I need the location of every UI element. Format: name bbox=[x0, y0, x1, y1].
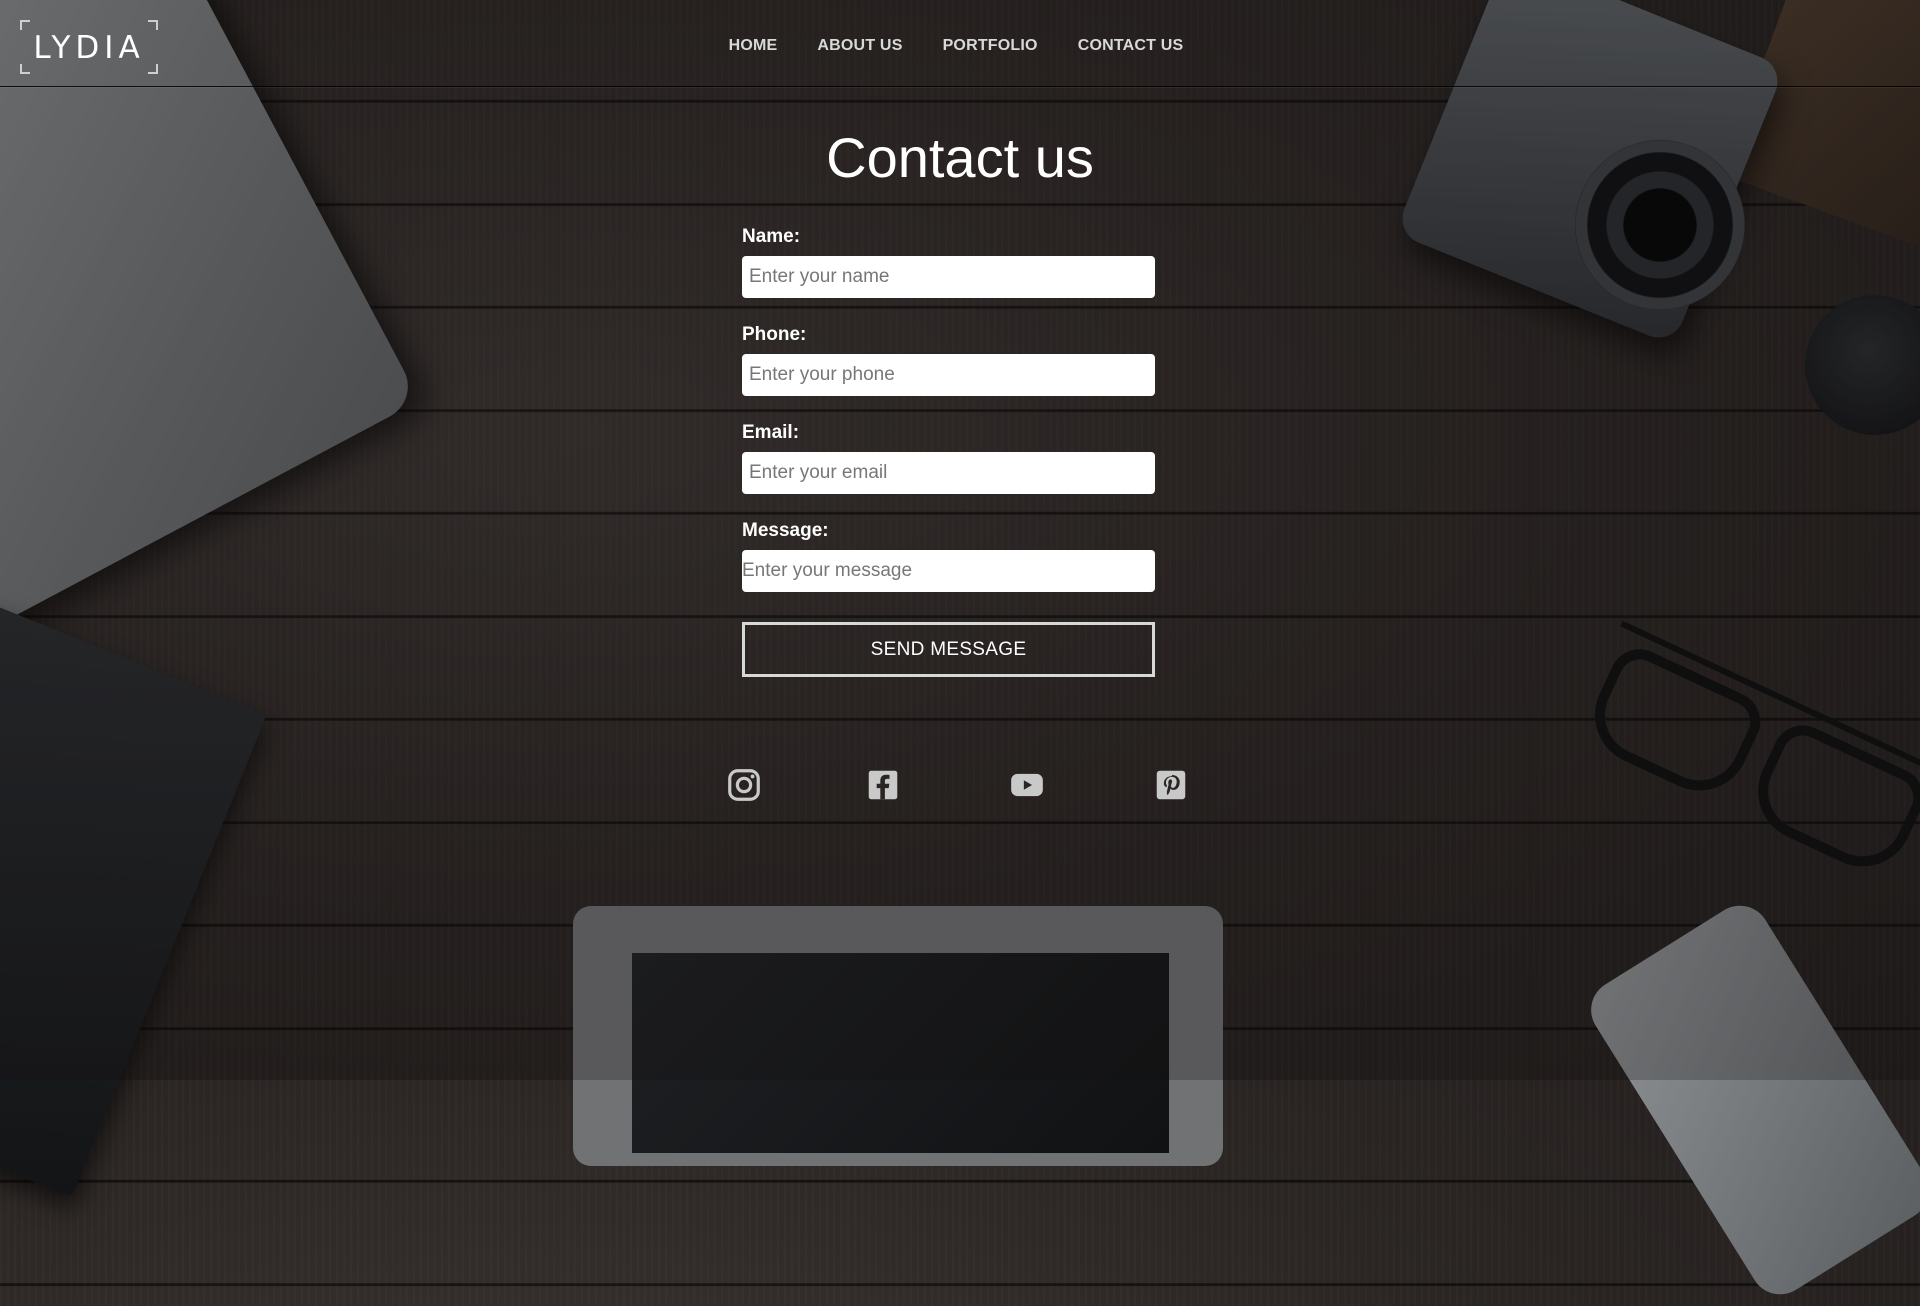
instagram-icon[interactable] bbox=[725, 766, 763, 804]
phone-input[interactable] bbox=[742, 354, 1155, 396]
page-title: Contact us bbox=[826, 126, 1094, 189]
lens-cap-image bbox=[1805, 295, 1920, 435]
email-label: Email: bbox=[742, 422, 800, 443]
facebook-icon[interactable] bbox=[864, 766, 902, 804]
main-nav: HOME ABOUT US PORTFOLIO CONTACT US bbox=[0, 37, 1920, 55]
name-label: Name: bbox=[742, 226, 801, 247]
send-message-button[interactable]: SEND MESSAGE bbox=[742, 622, 1155, 677]
phone-label: Phone: bbox=[742, 324, 807, 345]
logo-corner bbox=[20, 20, 30, 30]
message-input[interactable] bbox=[742, 550, 1155, 592]
youtube-icon[interactable] bbox=[1008, 766, 1046, 804]
email-input[interactable] bbox=[742, 452, 1155, 494]
nav-about-us[interactable]: ABOUT US bbox=[817, 37, 902, 55]
tablet-image bbox=[573, 906, 1223, 1166]
laptop-image bbox=[0, 0, 420, 645]
message-label: Message: bbox=[742, 520, 829, 541]
phone-field-group: Phone: bbox=[742, 324, 1155, 396]
email-field-group: Email: bbox=[742, 422, 1155, 494]
site-header: LYDIA HOME ABOUT US PORTFOLIO CONTACT US bbox=[0, 0, 1920, 87]
pinterest-icon[interactable] bbox=[1152, 766, 1190, 804]
nav-home[interactable]: HOME bbox=[729, 37, 778, 55]
nav-portfolio[interactable]: PORTFOLIO bbox=[943, 37, 1038, 55]
notebook-image bbox=[0, 602, 267, 1198]
glasses-image bbox=[1561, 620, 1920, 906]
contact-form: Name: Phone: Email: Message: SEND MESSAG… bbox=[742, 226, 1155, 677]
message-field-group: Message: bbox=[742, 520, 1155, 592]
logo-corner bbox=[148, 20, 158, 30]
name-field-group: Name: bbox=[742, 226, 1155, 298]
name-input[interactable] bbox=[742, 256, 1155, 298]
phone-image bbox=[1579, 894, 1920, 1306]
social-links bbox=[0, 766, 1920, 806]
nav-contact-us[interactable]: CONTACT US bbox=[1078, 37, 1184, 55]
tablet-screen bbox=[632, 953, 1169, 1153]
